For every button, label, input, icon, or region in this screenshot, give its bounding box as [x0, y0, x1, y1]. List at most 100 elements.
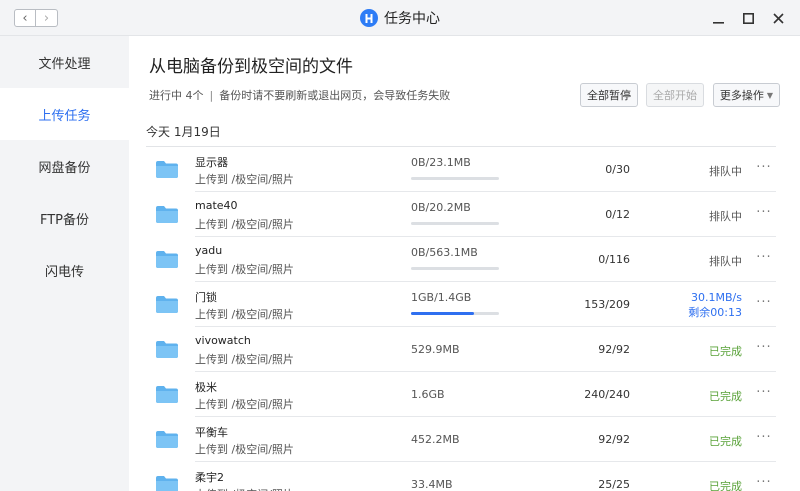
- sidebar-item-upload-tasks[interactable]: 上传任务: [0, 88, 129, 140]
- maximize-icon[interactable]: [740, 9, 756, 27]
- more-actions-button[interactable]: 更多操作 ▼: [713, 83, 780, 107]
- task-destination: 上传到 /极空间/照片: [195, 173, 294, 186]
- minimize-icon[interactable]: [710, 9, 726, 27]
- folder-icon: [156, 431, 178, 448]
- task-file-count: 25/25: [598, 478, 630, 491]
- task-status: 已完成: [709, 480, 742, 491]
- task-size: 0B/20.2MB: [411, 201, 471, 214]
- task-row[interactable]: yadu 上传到 /极空间/照片 0B/563.1MB 0/116 排队中 ···: [146, 237, 776, 282]
- date-group-label: 今天 1月19日: [146, 125, 221, 139]
- folder-icon: [156, 341, 178, 358]
- window-title: 任务中心: [384, 11, 440, 27]
- task-name: 平衡车: [195, 426, 228, 439]
- task-name: vivowatch: [195, 334, 251, 347]
- folder-icon: [156, 161, 178, 178]
- folder-icon: [156, 476, 178, 491]
- more-options-icon[interactable]: ···: [754, 160, 774, 176]
- task-file-count: 0/30: [605, 163, 630, 176]
- start-all-button[interactable]: 全部开始: [646, 83, 704, 107]
- task-status: 30.1MB/s 剩余00:13: [676, 290, 742, 320]
- sidebar-item-cloud-backup[interactable]: 网盘备份: [0, 140, 129, 192]
- task-status: 排队中: [709, 255, 742, 268]
- more-options-icon[interactable]: ···: [754, 295, 774, 311]
- task-name: yadu: [195, 244, 223, 257]
- sidebar-item-flash-transfer[interactable]: 闪电传: [0, 244, 129, 296]
- chevron-right-icon[interactable]: ›: [36, 9, 58, 27]
- pause-all-button[interactable]: 全部暂停: [580, 83, 638, 107]
- task-status: 排队中: [709, 165, 742, 178]
- task-name: 柔宇2: [195, 471, 224, 484]
- more-options-icon[interactable]: ···: [754, 205, 774, 221]
- task-row[interactable]: 柔宇2 上传到 /极空间/照片 33.4MB 25/25 已完成 ···: [146, 462, 776, 491]
- folder-icon: [156, 296, 178, 313]
- task-status: 已完成: [709, 390, 742, 403]
- status-separator: |: [209, 89, 214, 102]
- main-panel: 从电脑备份到极空间的文件 进行中 4个 | 备份时请不要刷新或退出网页，会导致任务失…: [129, 36, 800, 491]
- task-file-count: 0/116: [598, 253, 630, 266]
- task-row[interactable]: 平衡车上传到 /极空间/照片 452.2MB 92/92 已完成 ···: [146, 417, 776, 462]
- task-row[interactable]: 门锁上传到 /极空间/照片 1GB/1.4GB 153/209 30.1MB/s 剩余0…: [146, 282, 776, 327]
- folder-icon: [156, 386, 178, 403]
- window-controls: [710, 9, 786, 27]
- task-status: 排队中: [709, 210, 742, 223]
- task-destination: 上传到 /极空间/照片: [195, 443, 294, 456]
- more-options-icon[interactable]: ···: [754, 340, 774, 356]
- task-row[interactable]: 极米上传到 /极空间/照片 1.6GB 240/240 已完成 ···: [146, 372, 776, 417]
- progress-bar: [411, 222, 499, 225]
- task-destination: 上传到 /极空间/照片: [195, 486, 294, 491]
- progress-fill: [411, 312, 475, 315]
- task-row[interactable]: vivowatch 上传到 /极空间/照片 529.9MB 92/92 已完成 ···: [146, 327, 776, 372]
- task-destination: 上传到 /极空间/照片: [195, 353, 294, 366]
- task-remaining: 剩余00:13: [688, 306, 742, 319]
- task-destination: 上传到 /极空间/照片: [195, 263, 294, 276]
- caret-down-icon: ▼: [766, 90, 774, 100]
- task-list: 显示器上传到 /极空间/照片 0B/23.1MB 0/30 排队中 ··· mate40 上…: [146, 147, 776, 491]
- progress-bar: [411, 267, 499, 270]
- task-destination: 上传到 /极空间/照片: [195, 308, 294, 321]
- progress-bar: [411, 177, 499, 180]
- task-status: 已完成: [709, 345, 742, 358]
- task-file-count: 240/240: [584, 388, 630, 401]
- task-size: 0B/23.1MB: [411, 156, 471, 169]
- task-name: 门锁: [195, 291, 217, 304]
- more-options-icon[interactable]: ···: [754, 475, 774, 491]
- task-speed: 30.1MB/s: [691, 291, 742, 304]
- sidebar-item-file-processing[interactable]: 文件处理: [0, 36, 129, 88]
- more-actions-label: 更多操作: [719, 89, 764, 102]
- page-title: 从电脑备份到极空间的文件: [149, 57, 353, 77]
- task-row[interactable]: mate40 上传到 /极空间/照片 0B/20.2MB 0/12 排队中 ···: [146, 192, 776, 237]
- chevron-left-icon[interactable]: ‹: [14, 9, 36, 27]
- folder-icon: [156, 251, 178, 268]
- nav-buttons: ‹ ›: [14, 9, 58, 27]
- sidebar-item-ftp-backup[interactable]: FTP备份: [0, 192, 129, 244]
- task-size: 529.9MB: [411, 343, 460, 356]
- task-size: 1GB/1.4GB: [411, 291, 472, 304]
- folder-icon: [156, 206, 178, 223]
- task-name: mate40: [195, 199, 238, 212]
- title-wrap: 任务中心: [0, 0, 800, 36]
- close-icon[interactable]: [770, 9, 786, 27]
- task-file-count: 92/92: [598, 343, 630, 356]
- active-count: 进行中 4个: [149, 89, 204, 102]
- title-bar: ‹ › 任务中心: [0, 0, 800, 36]
- progress-bar: [411, 312, 499, 315]
- more-options-icon[interactable]: ···: [754, 250, 774, 266]
- task-file-count: 92/92: [598, 433, 630, 446]
- task-name: 显示器: [195, 156, 228, 169]
- status-note: 备份时请不要刷新或退出网页，会导致任务失败: [219, 89, 451, 102]
- task-size: 0B/563.1MB: [411, 246, 478, 259]
- task-size: 33.4MB: [411, 478, 453, 491]
- app-logo-icon: [360, 9, 378, 27]
- task-size: 452.2MB: [411, 433, 460, 446]
- task-file-count: 153/209: [584, 298, 630, 311]
- task-destination: 上传到 /极空间/照片: [195, 398, 294, 411]
- task-status: 已完成: [709, 435, 742, 448]
- more-options-icon[interactable]: ···: [754, 385, 774, 401]
- task-size: 1.6GB: [411, 388, 445, 401]
- task-row[interactable]: 显示器上传到 /极空间/照片 0B/23.1MB 0/30 排队中 ···: [146, 147, 776, 192]
- task-file-count: 0/12: [605, 208, 630, 221]
- task-name: 极米: [195, 381, 217, 394]
- more-options-icon[interactable]: ···: [754, 430, 774, 446]
- status-line: 进行中 4个 | 备份时请不要刷新或退出网页，会导致任务失败: [149, 87, 450, 103]
- task-destination: 上传到 /极空间/照片: [195, 218, 294, 231]
